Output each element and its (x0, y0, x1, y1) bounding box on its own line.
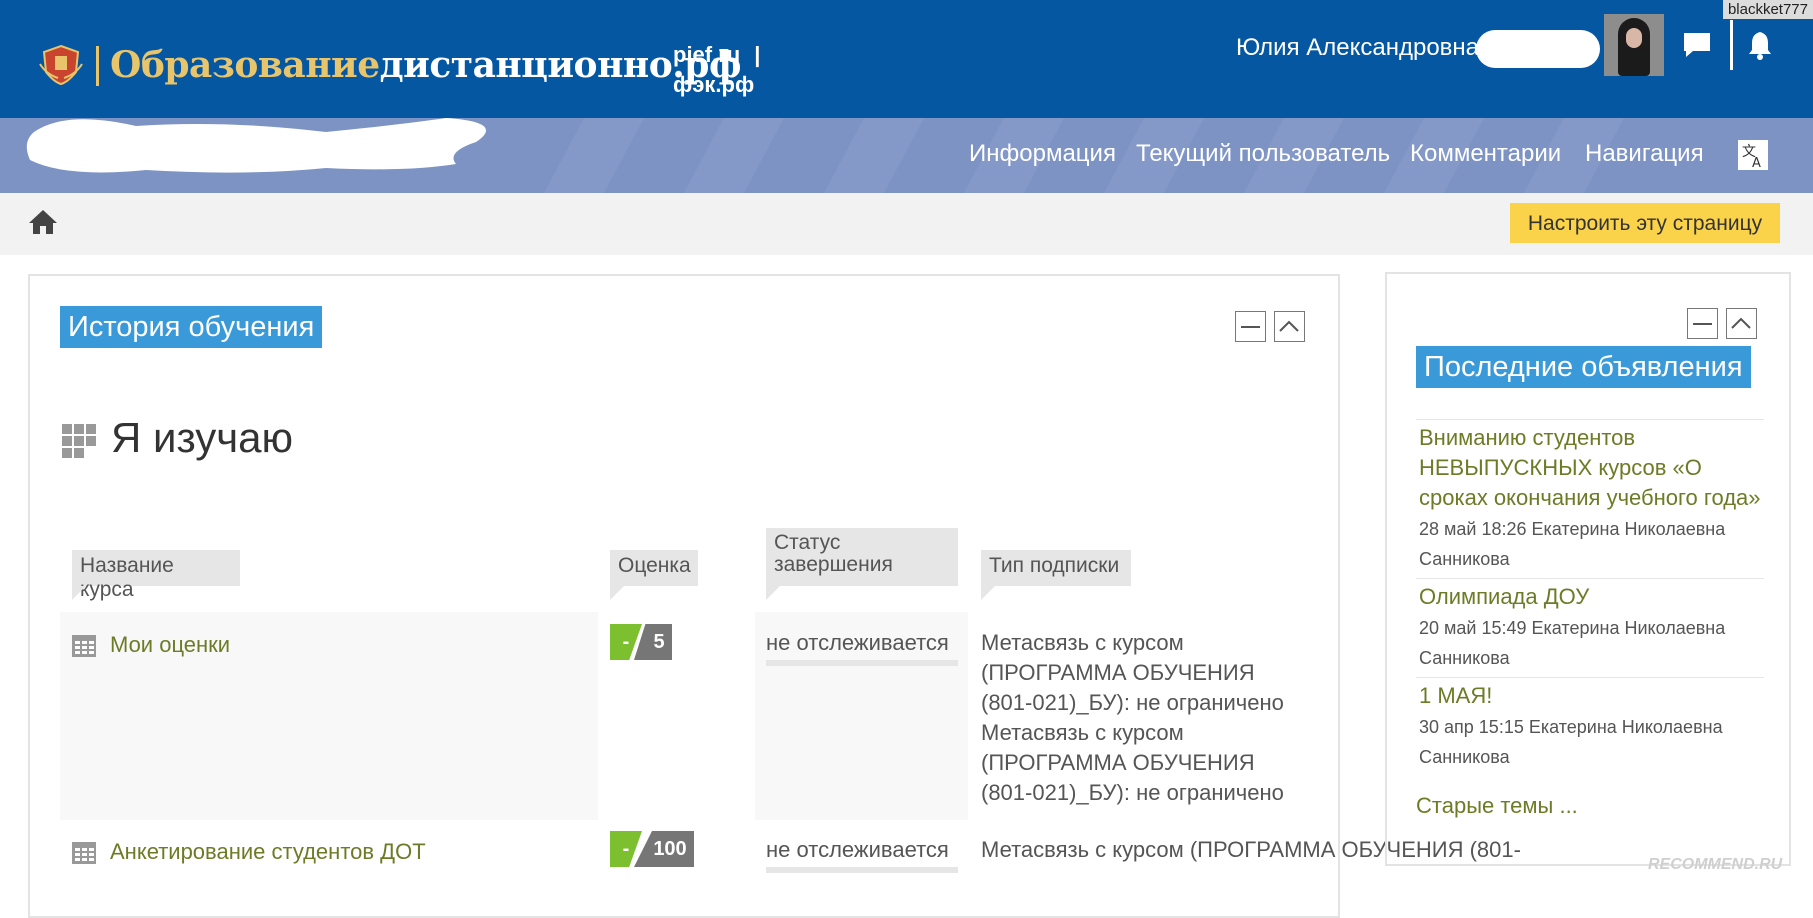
move-up-block-button[interactable] (1274, 311, 1305, 342)
logo-text-part1: Образование (110, 44, 380, 86)
nav-info[interactable]: Информация (969, 140, 1116, 168)
grade-badge: - 100 (610, 831, 694, 867)
nav-navigation[interactable]: Навигация (1585, 140, 1704, 168)
user-name[interactable]: Юлия Александровна (1236, 34, 1479, 62)
grid-icon (62, 424, 96, 458)
translate-icon[interactable]: 文 A (1738, 140, 1768, 170)
column-completion-status[interactable]: Статус завершения (766, 528, 958, 600)
site-links: pief.ru | фэк.рф (673, 40, 760, 100)
avatar[interactable] (1604, 14, 1664, 76)
link-pief[interactable]: pief.ru (673, 42, 740, 67)
minus-icon (1693, 323, 1712, 325)
collapse-block-button[interactable] (1687, 308, 1718, 339)
site-logo[interactable]: Образованиедистанционно.рф (110, 44, 741, 86)
completion-status: не отслеживается (766, 837, 949, 862)
column-subscription-type[interactable]: Тип подписки (981, 550, 1131, 600)
news-divider (1416, 677, 1764, 678)
news-item-title[interactable]: 1 МАЯ! (1419, 681, 1764, 711)
news-divider (1416, 419, 1764, 420)
logo-emblem-icon (39, 44, 83, 86)
column-grade[interactable]: Оценка (610, 550, 698, 600)
redacted-banner-text (26, 118, 487, 173)
corner-label: blackket777 (1722, 0, 1813, 19)
learning-history-block (28, 274, 1340, 918)
link-fek[interactable]: фэк.рф (673, 72, 754, 97)
status-bar (766, 867, 958, 873)
old-topics-link[interactable]: Старые темы ... (1416, 793, 1578, 819)
minus-icon (1241, 326, 1260, 328)
subscription-type: Метасвязь с курсом (ПРОГРАММА ОБУЧЕНИЯ (… (981, 630, 1284, 805)
section-title-studying: Я изучаю (111, 414, 293, 461)
subscription-type: Метасвязь с курсом (ПРОГРАММА ОБУЧЕНИЯ (… (981, 837, 1521, 862)
nav-comments[interactable]: Комментарии (1410, 140, 1561, 168)
chevron-up-icon (1731, 317, 1751, 329)
news-item-title[interactable]: Вниманию студентов НЕВЫПУСКНЫХ курсов «О… (1419, 423, 1764, 513)
gradebook-icon (72, 635, 96, 657)
customize-page-button[interactable]: Настроить эту страницу (1510, 203, 1780, 243)
block-title-latest-news: Последние объявления (1416, 346, 1751, 388)
course-link[interactable]: Мои оценки (110, 632, 230, 658)
grade-value: 100 (634, 831, 694, 867)
status-bar (766, 660, 958, 666)
nav-current-user[interactable]: Текущий пользователь (1136, 140, 1390, 168)
collapse-block-button[interactable] (1235, 311, 1266, 342)
messages-icon[interactable] (1682, 30, 1712, 60)
watermark: RECOMMEND.RU (1648, 856, 1783, 873)
notifications-icon[interactable] (1745, 30, 1775, 60)
home-icon[interactable] (28, 208, 58, 236)
block-title-learning-history: История обучения (60, 306, 323, 348)
completion-status: не отслеживается (766, 630, 949, 655)
header-divider (1730, 20, 1733, 70)
column-course-name[interactable]: Название курса (72, 550, 240, 601)
news-item-meta: 20 май 15:49 Екатерина Николаевна Санник… (1419, 618, 1726, 668)
news-item-meta: 30 апр 15:15 Екатерина Николаевна Санник… (1419, 717, 1723, 767)
svg-text:A: A (1752, 156, 1761, 170)
news-item-meta: 28 май 18:26 Екатерина Николаевна Санник… (1419, 519, 1726, 569)
logo-divider (96, 46, 99, 86)
course-link[interactable]: Анкетирование студентов ДОТ (110, 839, 426, 865)
grade-badge: - 5 (610, 624, 672, 660)
chevron-up-icon (1279, 320, 1299, 332)
redacted-surname (1476, 30, 1600, 68)
news-item-title[interactable]: Олимпиада ДОУ (1419, 582, 1764, 612)
link-separator: | (754, 42, 761, 67)
move-up-block-button[interactable] (1726, 308, 1757, 339)
survey-icon (72, 842, 96, 864)
news-divider (1416, 578, 1764, 579)
